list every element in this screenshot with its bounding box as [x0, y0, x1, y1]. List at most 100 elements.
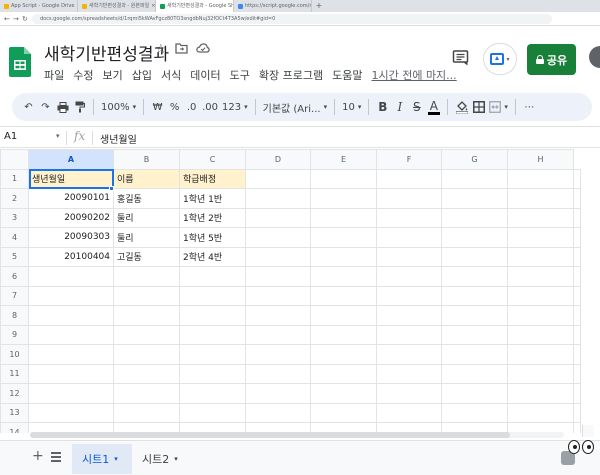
cell[interactable]: [310, 207, 377, 228]
menu-extensions[interactable]: 확장 프로그램: [259, 67, 323, 83]
cell-c3[interactable]: 1학년 2반: [179, 207, 246, 228]
cell[interactable]: [310, 246, 377, 267]
browser-tab-2[interactable]: 새학기반편성결과 - 원본파일 ×: [78, 0, 156, 12]
sheet-tab-2[interactable]: 시트2 ▾: [132, 444, 188, 474]
cell[interactable]: [310, 305, 377, 326]
present-button[interactable]: ▾: [483, 43, 517, 75]
row-header[interactable]: 9: [0, 324, 29, 345]
cell-c8[interactable]: [179, 305, 246, 326]
cell-c10[interactable]: [179, 344, 246, 365]
spreadsheet-grid[interactable]: A B C D E F G H 1 생년월일 이름 학급배정 2 20090101 홍길동 1…: [0, 149, 600, 433]
last-edit-link[interactable]: 1시간 전에 마지...: [371, 67, 456, 83]
row-header[interactable]: 4: [0, 227, 29, 248]
cell[interactable]: [507, 344, 574, 365]
cell[interactable]: [507, 363, 574, 384]
cell[interactable]: [507, 324, 574, 345]
cell-a2[interactable]: 20090101: [28, 188, 114, 209]
cell[interactable]: [376, 246, 442, 267]
cell[interactable]: [441, 207, 508, 228]
decrease-decimal-button[interactable]: .0: [183, 96, 200, 118]
cell[interactable]: [507, 305, 574, 326]
cell-a10[interactable]: [28, 344, 114, 365]
undo-icon[interactable]: ↶: [20, 96, 37, 118]
cell[interactable]: [376, 305, 442, 326]
cell[interactable]: [376, 285, 442, 306]
cell[interactable]: [245, 285, 311, 306]
cell[interactable]: [441, 285, 508, 306]
column-header-h[interactable]: H: [507, 149, 574, 170]
cell-b8[interactable]: [113, 305, 180, 326]
menu-format[interactable]: 서식: [161, 67, 181, 83]
chevron-down-icon[interactable]: ▾: [174, 455, 178, 463]
menu-edit[interactable]: 수정: [73, 67, 93, 83]
increase-decimal-button[interactable]: .00: [200, 96, 220, 118]
cell[interactable]: [376, 207, 442, 228]
cell-b7[interactable]: [113, 285, 180, 306]
cell-b6[interactable]: [113, 266, 180, 287]
browser-tab-4[interactable]: https://script.google.com/macr ×: [234, 0, 312, 12]
cell[interactable]: [245, 246, 311, 267]
redo-icon[interactable]: ↷: [37, 96, 54, 118]
percent-format-button[interactable]: %: [166, 96, 183, 118]
cell-c1[interactable]: 학급배정: [179, 168, 246, 189]
cell[interactable]: [310, 383, 377, 404]
row-header[interactable]: 5: [0, 246, 29, 267]
document-title[interactable]: 새학기반편성결과: [44, 40, 169, 65]
cell[interactable]: [441, 246, 508, 267]
cell-a11[interactable]: [28, 363, 114, 384]
column-header-f[interactable]: F: [376, 149, 442, 170]
more-formats-select[interactable]: 123: [220, 96, 250, 118]
cell[interactable]: [441, 168, 508, 189]
cell[interactable]: [441, 324, 508, 345]
cell[interactable]: [507, 285, 574, 306]
cell-b11[interactable]: [113, 363, 180, 384]
cell[interactable]: [245, 305, 311, 326]
cell-b4[interactable]: 둘리: [113, 227, 180, 248]
column-header-b[interactable]: B: [113, 149, 180, 170]
sheets-logo-icon[interactable]: [9, 47, 31, 77]
cell[interactable]: [573, 227, 581, 248]
star-icon[interactable]: ☆: [155, 42, 167, 58]
menu-help[interactable]: 도움말: [332, 67, 362, 83]
cell-table[interactable]: A B C D E F G H 1 생년월일 이름 학급배정 2 20090101 홍길동 1…: [0, 149, 581, 433]
cell[interactable]: [573, 266, 581, 287]
row-header[interactable]: 7: [0, 285, 29, 306]
cell-b2[interactable]: 홍길동: [113, 188, 180, 209]
cell-c6[interactable]: [179, 266, 246, 287]
column-header-d[interactable]: D: [245, 149, 311, 170]
comment-history-icon[interactable]: [452, 50, 470, 66]
cell[interactable]: [376, 402, 442, 423]
cell-b3[interactable]: 둘리: [113, 207, 180, 228]
font-size-select[interactable]: 10: [340, 96, 363, 118]
borders-icon[interactable]: [470, 96, 487, 118]
paint-format-icon[interactable]: [71, 96, 88, 118]
cell[interactable]: [507, 246, 574, 267]
cell[interactable]: [376, 363, 442, 384]
cell[interactable]: [245, 363, 311, 384]
cell[interactable]: [310, 227, 377, 248]
cell[interactable]: [441, 305, 508, 326]
cell[interactable]: [507, 168, 574, 189]
menu-view[interactable]: 보기: [103, 67, 123, 83]
cell[interactable]: [245, 266, 311, 287]
cell[interactable]: [573, 188, 581, 209]
new-tab-button[interactable]: +: [312, 0, 326, 12]
cell[interactable]: [376, 227, 442, 248]
cell[interactable]: [310, 285, 377, 306]
cell[interactable]: [441, 188, 508, 209]
cell[interactable]: [310, 266, 377, 287]
cell-c5[interactable]: 2학년 4반: [179, 246, 246, 267]
cell[interactable]: [573, 246, 581, 267]
font-family-select[interactable]: 기본값 (Ari...: [261, 96, 329, 118]
cell[interactable]: [310, 168, 377, 189]
menu-insert[interactable]: 삽입: [132, 67, 152, 83]
cell[interactable]: [507, 383, 574, 404]
cell[interactable]: [310, 188, 377, 209]
column-header-a[interactable]: A: [28, 149, 114, 170]
forward-arrow-icon[interactable]: →: [13, 14, 19, 24]
column-header-g[interactable]: G: [441, 149, 508, 170]
more-options-icon[interactable]: ⋯: [521, 96, 538, 118]
chevron-down-icon[interactable]: ▾: [114, 455, 118, 463]
cell-b13[interactable]: [113, 402, 180, 423]
cell[interactable]: [310, 324, 377, 345]
